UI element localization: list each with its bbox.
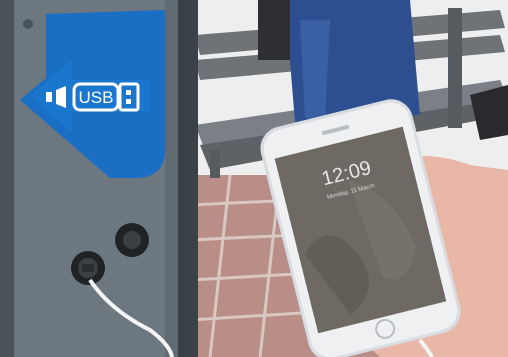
secondary-socket	[115, 223, 149, 257]
photo-scene: USB 12:09 Monday, 11 March	[0, 0, 508, 357]
usb-sign-label: USB	[79, 88, 114, 107]
usb-socket	[71, 251, 105, 285]
scene-svg: USB 12:09 Monday, 11 March	[0, 0, 508, 357]
